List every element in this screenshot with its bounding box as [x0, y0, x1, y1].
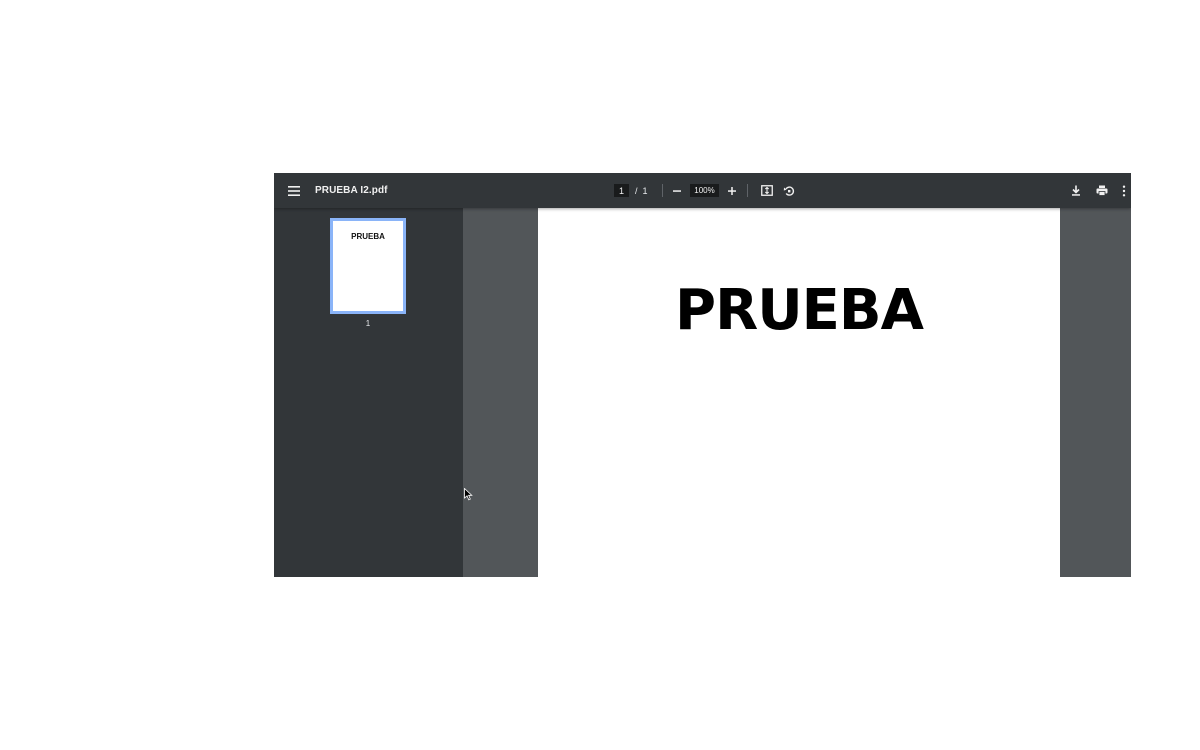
plus-icon — [728, 186, 736, 195]
page-selector: 1 / 1 — [614, 173, 648, 208]
thumbnail-text: PRUEBA — [351, 232, 385, 241]
fit-to-page-button[interactable] — [756, 180, 778, 202]
toolbar-divider — [662, 184, 663, 197]
page-separator: / — [635, 185, 638, 196]
view-controls — [756, 173, 800, 208]
print-icon — [1096, 185, 1108, 196]
rotate-counterclockwise-icon — [783, 185, 795, 196]
hamburger-menu-icon[interactable] — [283, 180, 305, 202]
document-title: PRUEBA I2.pdf — [315, 185, 388, 196]
pdf-toolbar: PRUEBA I2.pdf 1 / 1 100% — [274, 173, 1131, 208]
fit-to-page-icon — [761, 185, 773, 196]
thumbnail-sidebar: PRUEBA 1 — [274, 208, 463, 577]
zoom-controls: 100% — [666, 173, 743, 208]
download-icon — [1072, 185, 1080, 196]
toolbar-actions — [1065, 173, 1131, 208]
print-button[interactable] — [1091, 180, 1113, 202]
mouse-cursor-icon — [464, 487, 473, 506]
pdf-viewer: PRUEBA I2.pdf 1 / 1 100% PRUEBA 1 PRUEBA — [274, 173, 1131, 577]
more-vert-icon — [1122, 185, 1126, 196]
menu-button[interactable] — [283, 173, 305, 208]
pdf-page: PRUEBA — [538, 208, 1060, 577]
page-heading-text: PRUEBA — [675, 278, 924, 343]
page-number-input[interactable]: 1 — [614, 184, 629, 197]
toolbar-divider — [747, 184, 748, 197]
minus-icon — [673, 189, 681, 192]
rotate-button[interactable] — [778, 180, 800, 202]
thumbnail-page-number: 1 — [365, 319, 371, 328]
zoom-in-button[interactable] — [721, 180, 743, 202]
total-pages: 1 — [642, 185, 648, 196]
zoom-level-input[interactable]: 100% — [690, 184, 719, 197]
download-button[interactable] — [1065, 180, 1087, 202]
page-thumbnail[interactable]: PRUEBA — [330, 218, 406, 314]
zoom-out-button[interactable] — [666, 180, 688, 202]
more-options-button[interactable] — [1117, 180, 1131, 202]
